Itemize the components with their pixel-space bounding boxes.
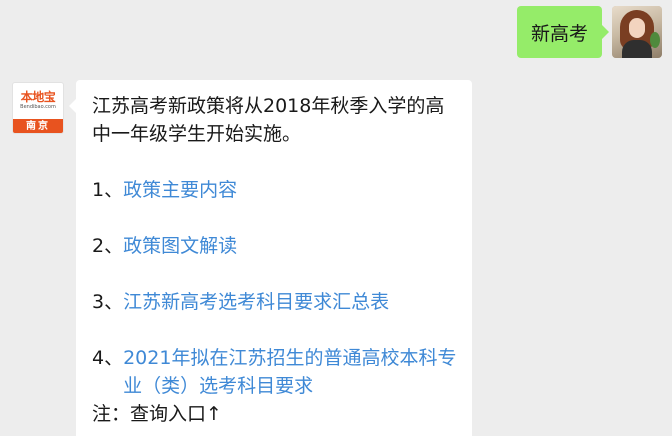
- list-item-number: 1、: [92, 179, 124, 201]
- sender-logo-url: Bendibao.com: [20, 104, 56, 110]
- user-avatar[interactable]: [612, 6, 662, 58]
- link-2021-admission-requirements[interactable]: 2021年拟在江苏招生的普通高校本科专业（类）选考科目要求: [123, 344, 458, 400]
- link-subject-requirements-table[interactable]: 江苏新高考选考科目要求汇总表: [123, 288, 389, 316]
- link-policy-content[interactable]: 政策主要内容: [123, 176, 237, 204]
- list-item: 2、 政策图文解读: [92, 232, 458, 260]
- outgoing-message-row: 新高考: [516, 6, 662, 58]
- list-item-number: 3、: [92, 291, 124, 313]
- avatar-photo-face: [629, 18, 645, 38]
- sender-city-tag: 南京: [13, 119, 63, 133]
- link-policy-interpretation[interactable]: 政策图文解读: [123, 232, 237, 260]
- query-entry-note: 注：查询入口↑: [92, 403, 222, 425]
- outgoing-message-bubble[interactable]: 新高考: [516, 6, 610, 58]
- sender-logo-text: 本地宝: [20, 90, 56, 104]
- incoming-message-bubble: 江苏高考新政策将从2018年秋季入学的高中一年级学生开始实施。 1、 政策主要内…: [69, 80, 472, 436]
- list-item-number: 2、: [92, 235, 124, 257]
- sender-avatar[interactable]: 本地宝 Bendibao.com 南京: [12, 82, 64, 134]
- list-item: 4、 2021年拟在江苏招生的普通高校本科专业（类）选考科目要求: [92, 344, 458, 400]
- sender-logo: 本地宝 Bendibao.com: [13, 83, 63, 119]
- avatar-photo-plant: [650, 32, 660, 48]
- message-intro-text: 江苏高考新政策将从2018年秋季入学的高中一年级学生开始实施。: [92, 95, 445, 145]
- list-item-number: 4、: [92, 347, 124, 369]
- list-item: 1、 政策主要内容: [92, 176, 458, 204]
- list-item: 3、 江苏新高考选考科目要求汇总表: [92, 288, 458, 316]
- avatar-photo-body: [622, 40, 652, 58]
- outgoing-message-text: 新高考: [530, 22, 588, 45]
